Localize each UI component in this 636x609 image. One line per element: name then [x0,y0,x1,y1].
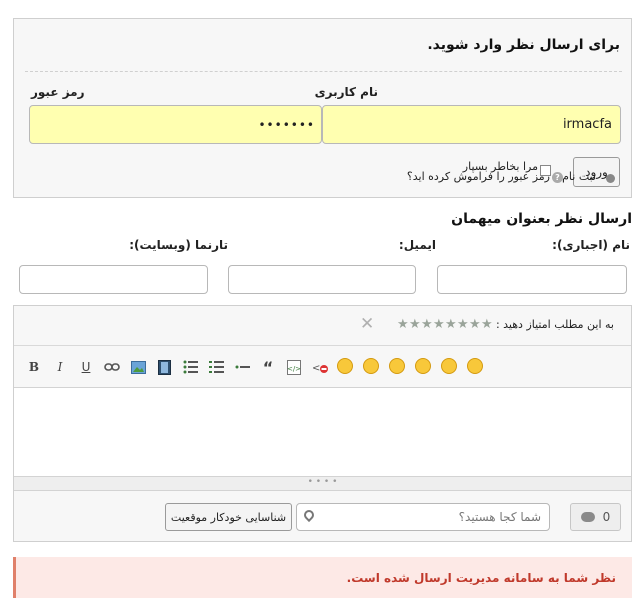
username-value: irmacfa [562,117,612,132]
smiley-grin-icon[interactable] [337,358,353,374]
password-label: رمز عبور [31,85,85,99]
resize-handle[interactable]: • • • • [14,477,631,491]
lock-icon [606,174,615,183]
code-icon[interactable]: </> [285,358,303,376]
rating-star[interactable]: ★ [397,318,409,331]
remember-label: مرا بخاطر بسپار [462,160,538,173]
username-label: نام کاربری [314,85,378,99]
guest-email-input[interactable] [228,265,416,294]
quote-icon[interactable]: “ [259,358,277,377]
remember-checkbox[interactable] [540,165,551,176]
username-input[interactable]: irmacfa [322,105,621,144]
link-icon[interactable] [103,358,121,376]
numbered-list-icon[interactable] [207,358,225,376]
bold-icon[interactable]: B [25,358,43,376]
location-input[interactable]: شما کجا هستید؟ [296,503,550,531]
guest-website-label: تارنما (وبسایت): [129,238,228,252]
rating-star[interactable]: ★ [433,318,445,331]
italic-icon[interactable]: I [51,358,69,376]
svg-text:<: < [312,363,320,374]
html-remove-icon[interactable]: < [311,358,329,376]
smiley-sad-icon[interactable] [441,358,457,374]
notice-banner: نظر شما به سامانه مدیریت ارسال شده است. [13,557,632,598]
smiley-laugh-icon[interactable] [363,358,379,374]
register-link[interactable]: ثبت نام [562,170,596,183]
rating-star[interactable]: ★ [469,318,481,331]
notice-text: نظر شما به سامانه مدیریت ارسال شده است. [346,570,616,585]
guest-name-input[interactable] [437,265,627,294]
login-heading: برای ارسال نظر وارد شوید. [427,37,620,53]
guest-heading: ارسال نظر بعنوان میهمان [451,211,632,227]
image-icon[interactable] [129,358,147,376]
password-input[interactable]: ••••••• [29,105,322,144]
smiley-smile-icon[interactable] [467,358,483,374]
rating-star[interactable]: ★ [409,318,421,331]
comment-count: 0 [602,510,611,524]
auto-locate-button[interactable]: شناسایی خودکار موقعیت [165,503,292,531]
horizontal-rule-icon[interactable] [233,358,251,376]
auto-locate-label: شناسایی خودکار موقعیت [170,510,287,524]
smiley-surprised-icon[interactable] [389,358,405,374]
bullet-list-icon[interactable] [181,358,199,376]
guest-name-label: نام (اجباری): [552,238,630,252]
rating-star[interactable]: ★ [481,318,493,331]
underline-icon[interactable]: U [77,358,95,376]
video-icon[interactable] [155,358,173,376]
speech-bubble-icon [580,512,595,522]
divider [25,71,622,72]
svg-text:</>: </> [287,365,301,373]
rating-star[interactable]: ★ [421,318,433,331]
smiley-tongue-icon[interactable] [415,358,431,374]
comment-count-button[interactable]: 0 [570,503,621,531]
rating-divider [14,345,631,346]
rating-star[interactable]: ★ [445,318,457,331]
location-placeholder: شما کجا هستید؟ [458,510,541,524]
guest-website-input[interactable] [19,265,208,294]
password-value: ••••••• [258,117,315,132]
clear-rating-icon[interactable]: ✕ [360,315,374,333]
help-icon: ? [552,172,563,183]
rating-label: به این مطلب امتیاز دهید : [495,318,614,331]
guest-email-label: ایمیل: [398,238,436,252]
comment-textarea[interactable] [14,387,631,477]
rating-star[interactable]: ★ [457,318,469,331]
